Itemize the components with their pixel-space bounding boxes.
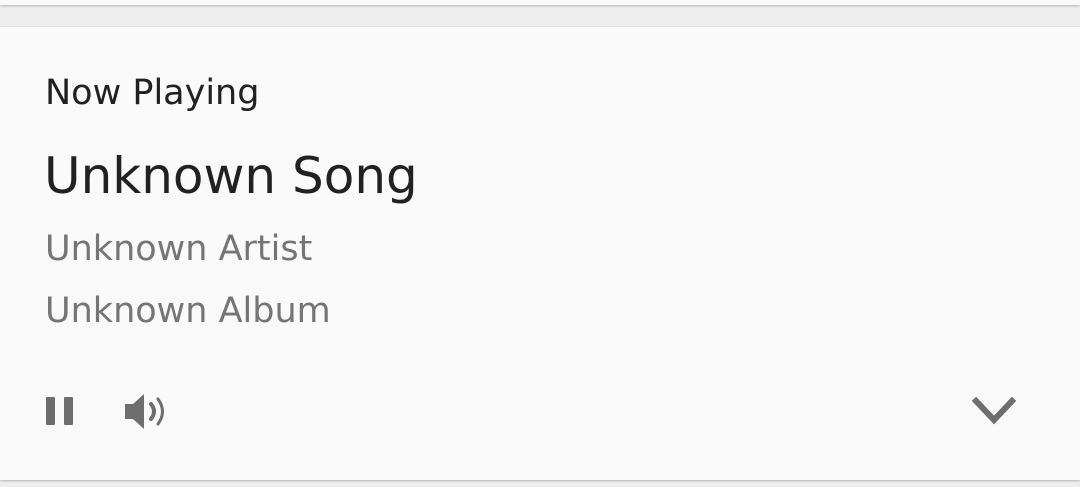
- pause-icon: [46, 397, 73, 425]
- notification-shade: Now Playing Unknown Song Unknown Artist …: [0, 0, 1080, 487]
- volume-button[interactable]: [116, 385, 180, 437]
- song-title: Unknown Song: [44, 147, 418, 205]
- pause-button[interactable]: [36, 385, 84, 437]
- card-header: Now Playing: [45, 73, 260, 113]
- artist-name: Unknown Artist: [45, 229, 313, 269]
- now-playing-card: Now Playing Unknown Song Unknown Artist …: [0, 27, 1080, 480]
- album-name: Unknown Album: [45, 291, 331, 331]
- chevron-down-icon: [971, 396, 1017, 425]
- previous-card-edge: [0, 0, 1080, 5]
- volume-icon: [125, 394, 164, 429]
- expand-button[interactable]: [964, 385, 1028, 437]
